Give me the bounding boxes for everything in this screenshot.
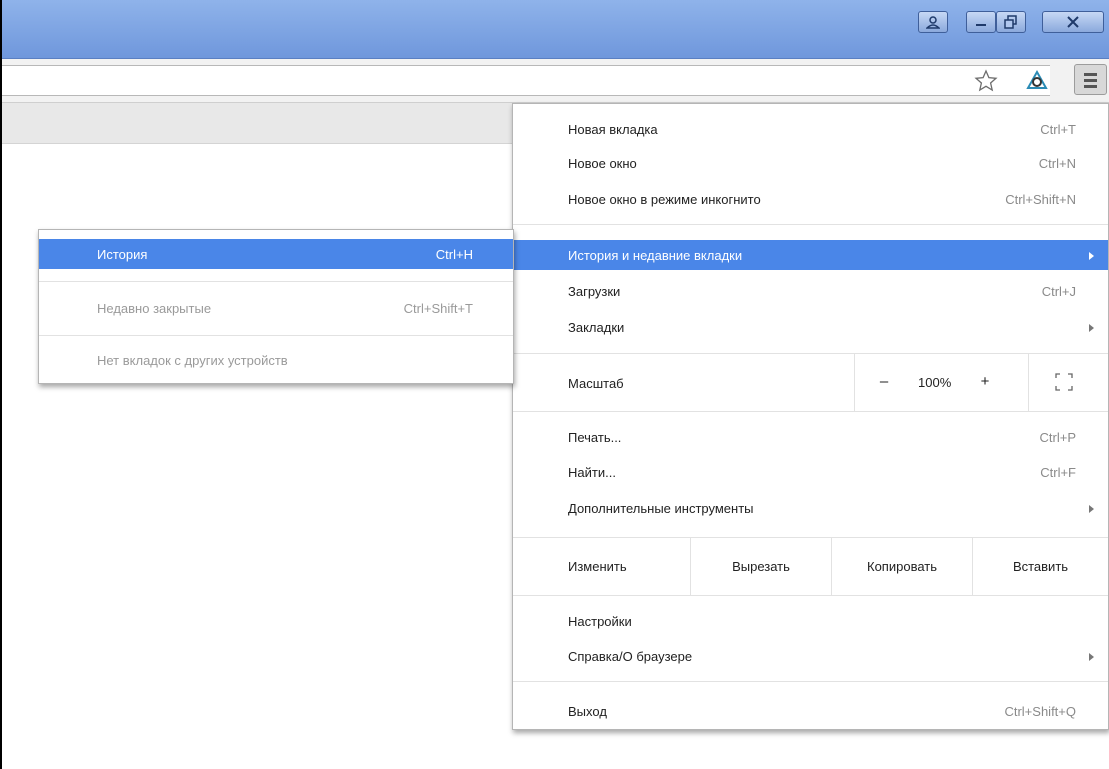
minimize-button[interactable] [966,11,996,33]
submenu-item-label: История [97,247,148,262]
submenu-item-recently-closed[interactable]: Недавно закрытые Ctrl+Shift+T [39,293,513,323]
menu-item-downloads[interactable]: Загрузки Ctrl+J [513,276,1108,306]
zoom-in-button[interactable]: + [974,373,996,390]
menu-separator [39,281,513,282]
submenu-arrow-icon [1089,252,1094,260]
edit-row: Изменить Вырезать Копировать Вставить [513,538,1108,595]
fullscreen-icon [1055,373,1073,391]
extension-icon[interactable] [1025,69,1049,93]
submenu-item-shortcut: Ctrl+Shift+T [403,301,473,316]
menu-item-settings[interactable]: Настройки [513,606,1108,636]
address-bar[interactable] [2,65,1050,96]
submenu-arrow-icon [1089,653,1094,661]
zoom-label: Масштаб [568,376,624,391]
menu-separator [39,335,513,336]
menu-item-bookmarks[interactable]: Закладки [513,312,1108,342]
chrome-main-menu: Новая вкладка Ctrl+T Новое окно Ctrl+N Н… [512,103,1109,730]
submenu-item-no-tabs: Нет вкладок с других устройств [39,345,513,375]
submenu-item-label: Нет вкладок с других устройств [97,353,288,368]
menu-item-label: Новое окно [568,156,637,171]
profile-button[interactable] [918,11,948,33]
menu-item-help[interactable]: Справка/О браузере [513,641,1108,671]
zoom-out-button[interactable]: – [873,373,895,390]
menu-separator [513,681,1108,682]
menu-item-print[interactable]: Печать... Ctrl+P [513,422,1108,452]
zoom-row: Масштаб – 100% + [513,354,1108,411]
menu-separator [513,411,1108,412]
history-submenu: История Ctrl+H Недавно закрытые Ctrl+Shi… [38,229,514,384]
menu-item-shortcut: Ctrl+P [1039,430,1076,445]
menu-item-label: Закладки [568,320,625,335]
menu-item-label: Найти... [568,465,616,480]
fullscreen-button[interactable] [1028,354,1109,411]
zoom-level: 100% [918,375,952,390]
submenu-item-label: Недавно закрытые [97,301,212,316]
person-icon [925,16,941,29]
menu-item-new-tab[interactable]: Новая вкладка Ctrl+T [513,114,1108,144]
menu-item-label: Дополнительные инструменты [568,501,754,516]
submenu-item-shortcut: Ctrl+H [435,247,473,262]
hamburger-menu-icon[interactable] [1074,64,1107,95]
menu-separator [513,224,1108,225]
restore-button[interactable] [996,11,1026,33]
menu-item-label: Настройки [568,614,632,629]
edit-label: Изменить [568,559,627,574]
submenu-item-history[interactable]: История Ctrl+H [39,239,513,269]
menu-item-more-tools[interactable]: Дополнительные инструменты [513,493,1108,523]
copy-button[interactable]: Копировать [831,538,972,595]
close-button[interactable] [1042,11,1104,33]
menu-item-history[interactable]: История и недавние вкладки [513,240,1108,270]
menu-item-label: Новое окно в режиме инкогнито [568,192,761,207]
menu-item-shortcut: Ctrl+N [1038,156,1076,171]
menu-item-label: Новая вкладка [568,122,658,137]
menu-item-shortcut: Ctrl+Shift+N [1005,192,1076,207]
menu-item-new-window[interactable]: Новое окно Ctrl+N [513,148,1108,178]
menu-item-label: История и недавние вкладки [568,248,743,263]
browser-toolbar [2,59,1109,103]
menu-item-label: Выход [568,704,607,719]
title-bar [2,0,1109,59]
menu-item-shortcut: Ctrl+F [1040,465,1076,480]
paste-button[interactable]: Вставить [972,538,1108,595]
menu-item-incognito[interactable]: Новое окно в режиме инкогнито Ctrl+Shift… [513,184,1108,214]
restore-icon [1004,15,1017,29]
submenu-arrow-icon [1089,324,1094,332]
close-icon [1067,16,1079,28]
cut-button[interactable]: Вырезать [690,538,831,595]
zoom-controls: – 100% + [854,354,1109,411]
menu-item-shortcut: Ctrl+J [1041,284,1076,299]
menu-item-find[interactable]: Найти... Ctrl+F [513,457,1108,487]
menu-item-shortcut: Ctrl+Shift+Q [1004,704,1076,719]
menu-item-exit[interactable]: Выход Ctrl+Shift+Q [513,696,1108,726]
menu-item-shortcut: Ctrl+T [1040,122,1076,137]
star-icon[interactable] [974,69,998,93]
menu-item-label: Справка/О браузере [568,649,693,664]
submenu-arrow-icon [1089,505,1094,513]
menu-separator [513,595,1108,596]
menu-item-label: Загрузки [568,284,621,299]
menu-item-label: Печать... [568,430,622,445]
minimize-icon [976,24,986,26]
